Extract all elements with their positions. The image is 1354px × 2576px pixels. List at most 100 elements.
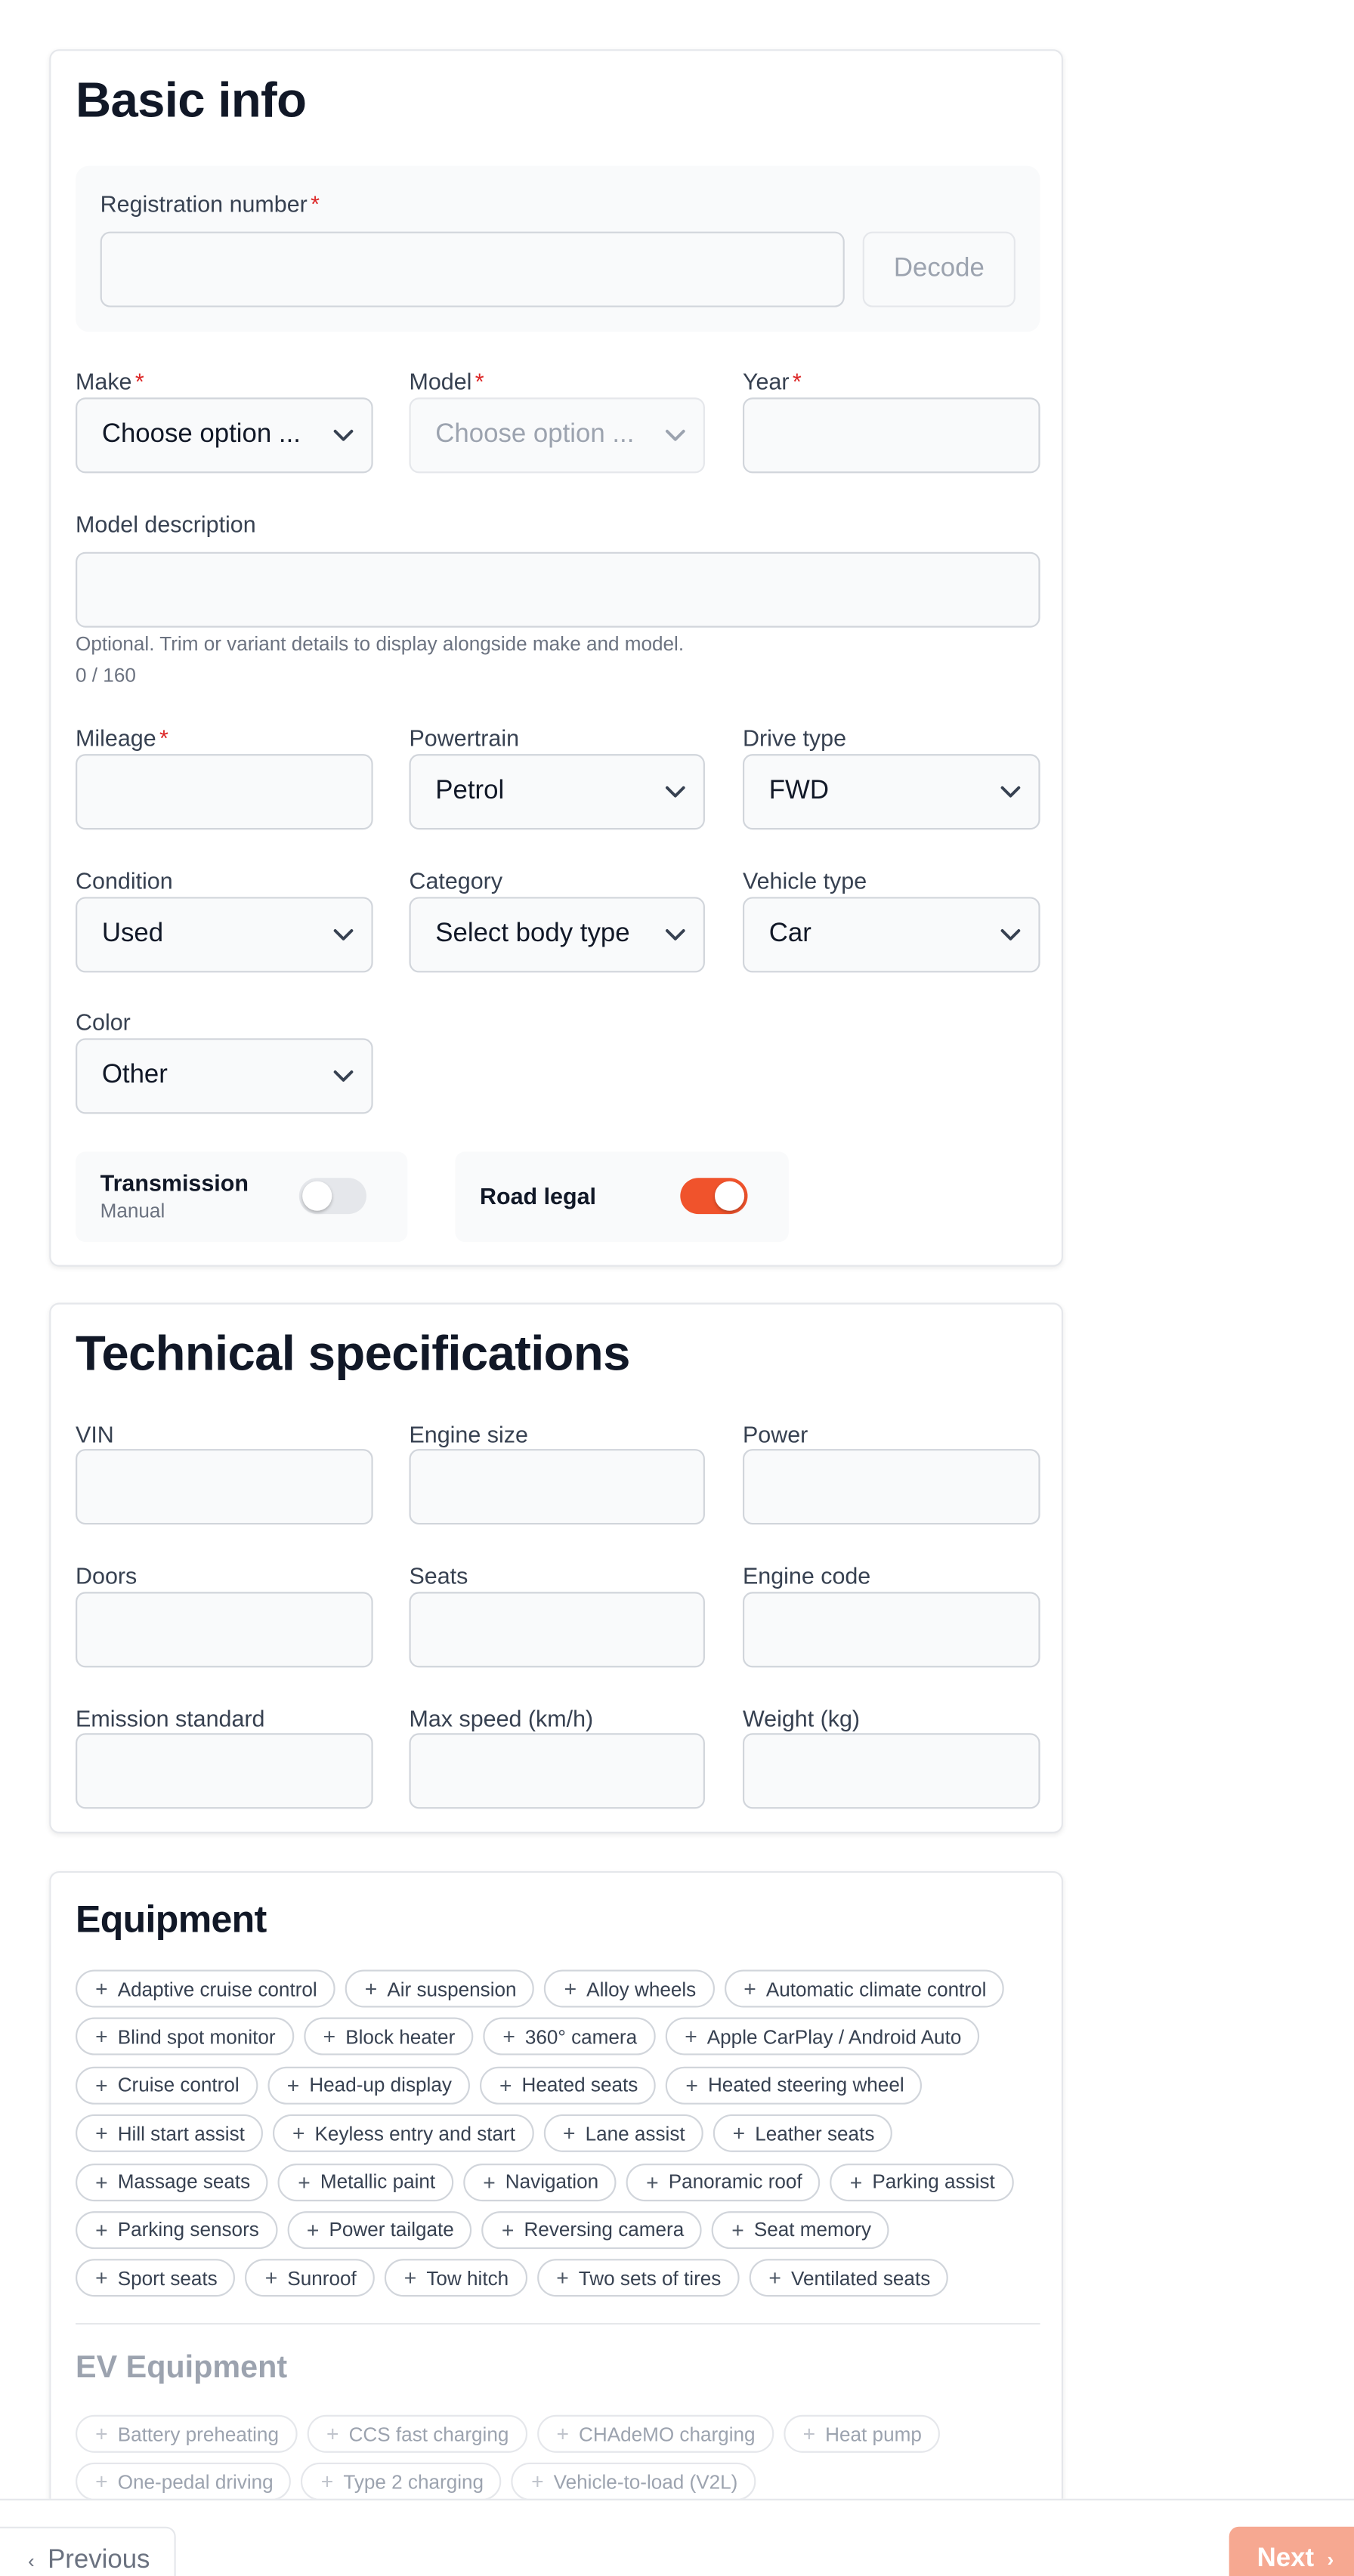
vin-input[interactable] bbox=[76, 1449, 373, 1525]
equipment-chip[interactable]: + Head-up display bbox=[267, 2066, 470, 2105]
plus-icon: + bbox=[298, 2169, 311, 2195]
model-description-input[interactable] bbox=[76, 551, 1040, 628]
weight-input[interactable] bbox=[742, 1733, 1040, 1809]
category-select[interactable]: Select body type bbox=[409, 897, 705, 973]
equipment-chip[interactable]: + Panoramic roof bbox=[626, 2163, 821, 2201]
color-label: Color bbox=[76, 1008, 131, 1036]
plus-icon: + bbox=[502, 2025, 515, 2049]
doors-input[interactable] bbox=[76, 1592, 373, 1668]
next-label: Next bbox=[1257, 2544, 1315, 2573]
previous-label: Previous bbox=[48, 2546, 150, 2574]
ev-equipment-chip-label: Type 2 charging bbox=[343, 2470, 484, 2494]
plus-icon: + bbox=[95, 1976, 108, 2001]
equipment-chip[interactable]: + Massage seats bbox=[76, 2163, 269, 2201]
plus-icon: + bbox=[849, 2169, 863, 2195]
next-button[interactable]: Next › bbox=[1229, 2526, 1354, 2576]
equipment-chip[interactable]: + Heated seats bbox=[479, 2066, 657, 2105]
vehicle-type-select[interactable]: Car bbox=[742, 897, 1040, 973]
equipment-chip[interactable]: + Parking sensors bbox=[76, 2211, 277, 2250]
ev-equipment-chip[interactable]: + Vehicle-to-load (V2L) bbox=[512, 2463, 756, 2501]
plus-icon: + bbox=[499, 2072, 512, 2098]
ev-equipment-chip[interactable]: + CHAdeMO charging bbox=[536, 2414, 774, 2453]
transmission-switch[interactable] bbox=[298, 1178, 366, 1215]
equipment-chip[interactable]: + Sport seats bbox=[76, 2259, 236, 2297]
equipment-chip-row: + Hill start assist + Keyless entry and sta… bbox=[76, 2114, 1045, 2153]
powertrain-select[interactable]: Petrol bbox=[409, 754, 705, 830]
equipment-chip[interactable]: + Two sets of tires bbox=[536, 2259, 740, 2297]
ev-equipment-chip-label: Battery preheating bbox=[117, 2422, 279, 2446]
road-legal-switch[interactable] bbox=[680, 1178, 748, 1215]
condition-select[interactable]: Used bbox=[76, 897, 373, 973]
equipment-chip[interactable]: + Metallic paint bbox=[278, 2163, 454, 2201]
equipment-chip[interactable]: + Cruise control bbox=[76, 2066, 258, 2105]
color-select[interactable]: Other bbox=[76, 1038, 373, 1114]
technical-specs-title: Technical specifications bbox=[76, 1327, 630, 1382]
plus-icon: + bbox=[556, 2266, 569, 2291]
plus-icon: + bbox=[306, 2217, 320, 2243]
plus-icon: + bbox=[95, 2025, 108, 2049]
equipment-chip-label: 360° camera bbox=[524, 2025, 638, 2049]
ev-equipment-chip[interactable]: + CCS fast charging bbox=[306, 2414, 527, 2453]
powertrain-label: Powertrain bbox=[409, 724, 520, 751]
equipment-chip[interactable]: + Block heater bbox=[303, 2018, 474, 2056]
max-speed-input[interactable] bbox=[409, 1733, 705, 1809]
previous-button[interactable]: ‹ Previous bbox=[0, 2526, 176, 2576]
equipment-chip-label: Sport seats bbox=[117, 2266, 218, 2290]
equipment-chip[interactable]: + Sunroof bbox=[245, 2259, 375, 2297]
equipment-chip-label: Block heater bbox=[345, 2025, 456, 2049]
year-input[interactable] bbox=[742, 397, 1040, 474]
emission-standard-input[interactable] bbox=[76, 1733, 373, 1809]
equipment-divider bbox=[76, 2323, 1040, 2325]
equipment-chip[interactable]: + Air suspension bbox=[345, 1969, 535, 2008]
engine-code-label: Engine code bbox=[742, 1562, 871, 1589]
seats-input[interactable] bbox=[409, 1592, 705, 1668]
decode-button[interactable]: Decode bbox=[862, 231, 1015, 307]
ev-equipment-chip[interactable]: + One-pedal driving bbox=[76, 2463, 292, 2501]
plus-icon: + bbox=[95, 2421, 108, 2447]
equipment-card: Equipment + Adaptive cruise control + Air s… bbox=[49, 1870, 1064, 2576]
ev-equipment-chip[interactable]: + Battery preheating bbox=[76, 2414, 297, 2453]
mileage-input[interactable] bbox=[76, 754, 373, 830]
model-label: Model * bbox=[409, 368, 484, 394]
plus-icon: + bbox=[95, 2266, 108, 2291]
model-description-counter: 0 / 160 bbox=[76, 663, 136, 687]
technical-specs-card: Technical specifications VIN Engine size… bbox=[49, 1302, 1064, 1833]
equipment-chip-row: + Sport seats + Sunroof + Tow hitch + Two sets … bbox=[76, 2259, 1045, 2297]
make-select[interactable]: Choose option ... bbox=[76, 397, 373, 474]
equipment-chip[interactable]: + Heated steering wheel bbox=[666, 2066, 923, 2105]
equipment-chip[interactable]: +360° camera bbox=[483, 2018, 656, 2056]
chevron-down-icon bbox=[1000, 929, 1021, 941]
equipment-chip[interactable]: + Automatic climate control bbox=[724, 1969, 1005, 2008]
equipment-chip[interactable]: + Apple CarPlay / Android Auto bbox=[665, 2018, 980, 2056]
ev-equipment-chip[interactable]: + Type 2 charging bbox=[301, 2463, 502, 2501]
equipment-chip-label: Parking sensors bbox=[117, 2218, 259, 2242]
engine-code-input[interactable] bbox=[742, 1592, 1040, 1668]
equipment-chip[interactable]: + Leather seats bbox=[713, 2114, 893, 2153]
registration-input[interactable] bbox=[100, 231, 845, 307]
equipment-chip[interactable]: + Power tailgate bbox=[286, 2211, 472, 2250]
engine-size-input[interactable] bbox=[409, 1449, 705, 1525]
equipment-chip[interactable]: + Hill start assist bbox=[76, 2114, 263, 2153]
equipment-chip[interactable]: + Alloy wheels bbox=[544, 1969, 715, 2008]
equipment-chip[interactable]: + Lane assist bbox=[543, 2114, 703, 2153]
equipment-chip[interactable]: + Keyless entry and start bbox=[272, 2114, 533, 2153]
equipment-chip-label: Ventilated seats bbox=[790, 2266, 931, 2290]
equipment-chip[interactable]: + Ventilated seats bbox=[749, 2259, 949, 2297]
equipment-chip[interactable]: + Adaptive cruise control bbox=[76, 1969, 335, 2008]
plus-icon: + bbox=[403, 2266, 417, 2291]
mileage-label: Mileage * bbox=[76, 724, 168, 751]
equipment-chip[interactable]: + Navigation bbox=[463, 2163, 617, 2201]
model-select[interactable]: Choose option ... bbox=[409, 397, 705, 474]
plus-icon: + bbox=[286, 2072, 300, 2098]
road-legal-label: Road legal bbox=[480, 1182, 596, 1209]
equipment-chip[interactable]: + Seat memory bbox=[712, 2211, 889, 2250]
plus-icon: + bbox=[564, 1976, 577, 2001]
equipment-chip[interactable]: + Reversing camera bbox=[481, 2211, 703, 2250]
drive-type-select[interactable]: FWD bbox=[742, 754, 1040, 830]
power-input[interactable] bbox=[742, 1449, 1040, 1525]
ev-equipment-chip[interactable]: + Heat pump bbox=[783, 2414, 940, 2453]
equipment-chip[interactable]: + Parking assist bbox=[830, 2163, 1013, 2201]
plus-icon: + bbox=[501, 2217, 515, 2243]
equipment-chip[interactable]: + Tow hitch bbox=[384, 2259, 527, 2297]
equipment-chip[interactable]: + Blind spot monitor bbox=[76, 2018, 294, 2056]
